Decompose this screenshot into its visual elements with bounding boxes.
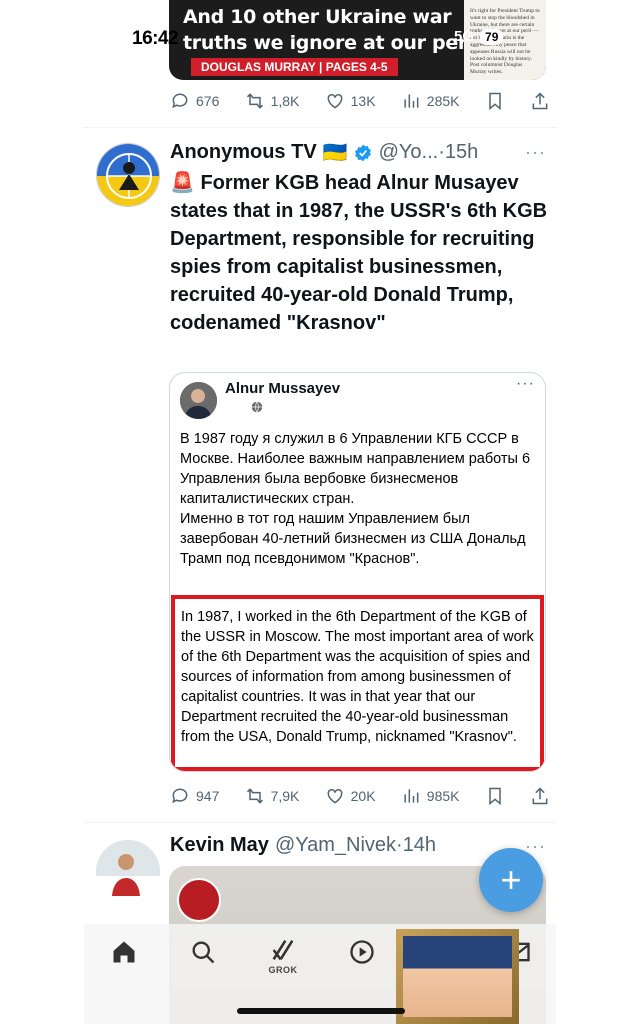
framed-portrait-image bbox=[396, 929, 519, 1024]
like-count: 13K bbox=[350, 93, 376, 109]
quote-more-button[interactable]: ··· bbox=[516, 375, 535, 393]
compose-post-button[interactable]: + bbox=[479, 848, 543, 912]
tweet-time[interactable]: 14h bbox=[403, 834, 436, 857]
view-count: 985K bbox=[426, 788, 460, 804]
views-icon bbox=[404, 94, 419, 108]
tweet-time[interactable]: 15h bbox=[445, 141, 478, 164]
news-byline: DOUGLAS MURRAY | PAGES 4-5 bbox=[191, 58, 398, 76]
views-icon bbox=[404, 789, 419, 803]
anonymous-logo-icon bbox=[97, 144, 159, 206]
divider bbox=[84, 822, 556, 823]
author-name[interactable]: Anonymous TV bbox=[170, 141, 317, 164]
portrait-photo bbox=[403, 936, 512, 1017]
repost-button[interactable]: 7,9K bbox=[245, 786, 300, 806]
views-button[interactable]: 285K bbox=[401, 91, 460, 111]
reply-button[interactable]: 947 bbox=[170, 786, 219, 806]
quote-author-name: Alnur Mussayev bbox=[225, 380, 341, 397]
author-handle[interactable]: @Yam_Nivek bbox=[275, 834, 396, 857]
status-indicators: 5G 79 bbox=[454, 28, 504, 45]
separator-dot: · bbox=[396, 834, 403, 856]
repost-icon bbox=[246, 93, 263, 109]
person-photo bbox=[180, 382, 217, 419]
kevin-may-avatar[interactable] bbox=[96, 840, 160, 904]
search-icon bbox=[192, 941, 215, 964]
nav-video[interactable] bbox=[340, 938, 384, 966]
quote-author-avatar bbox=[180, 382, 217, 419]
grok-icon bbox=[272, 939, 294, 961]
news-headline-line1: And 10 other Ukraine war bbox=[183, 6, 452, 28]
russian-paragraph-1: В 1987 году я служил в 6 Управлении КГБ … bbox=[180, 431, 531, 507]
share-button[interactable] bbox=[530, 91, 550, 111]
reply-button[interactable]: 676 bbox=[170, 91, 219, 111]
nav-home[interactable] bbox=[102, 938, 146, 966]
verified-badge-icon bbox=[354, 144, 371, 161]
battery-indicator: 79 bbox=[480, 28, 504, 45]
reply-icon bbox=[172, 788, 188, 804]
author-name[interactable]: Kevin May bbox=[170, 834, 269, 857]
play-circle-icon bbox=[350, 940, 374, 964]
share-icon bbox=[532, 787, 548, 805]
next-tweet-header: Kevin May @Yam_Nivek · 14h bbox=[170, 834, 436, 857]
share-button[interactable] bbox=[530, 786, 550, 806]
network-indicator: 5G bbox=[454, 28, 475, 45]
top-tweet-actions: 676 1,8K 13K 285K bbox=[170, 88, 550, 114]
anonymous-tv-avatar[interactable] bbox=[96, 143, 160, 207]
ukraine-flag-emoji: 🇺🇦 bbox=[322, 142, 348, 164]
reply-count: 676 bbox=[196, 93, 220, 109]
bookmark-icon bbox=[488, 92, 501, 111]
separator-dot: · bbox=[438, 141, 445, 163]
divider bbox=[84, 127, 556, 128]
globe-icon bbox=[251, 401, 263, 413]
reply-icon bbox=[172, 93, 188, 109]
quote-english-translation: In 1987, I worked in the 6th Department … bbox=[171, 595, 544, 771]
nav-search[interactable] bbox=[181, 938, 225, 966]
quote-russian-text: В 1987 году я служил в 6 Управлении КГБ … bbox=[180, 429, 540, 569]
repost-button[interactable]: 1,8K bbox=[245, 91, 300, 111]
bookmark-button[interactable] bbox=[485, 91, 505, 111]
heart-icon bbox=[327, 93, 343, 109]
repost-count: 1,8K bbox=[270, 93, 300, 109]
view-count: 285K bbox=[426, 93, 460, 109]
home-icon bbox=[113, 941, 135, 963]
like-button[interactable]: 13K bbox=[325, 91, 376, 111]
nav-grok[interactable]: GROK bbox=[261, 936, 305, 975]
logo-badge bbox=[177, 878, 221, 922]
quoted-post-card[interactable]: Alnur Mussayev ··· В 1987 году я служил … bbox=[169, 372, 546, 772]
more-options-button[interactable]: ··· bbox=[525, 142, 546, 163]
views-button[interactable]: 985K bbox=[401, 786, 460, 806]
main-tweet-actions: 947 7,9K 20K 985K bbox=[170, 783, 550, 809]
share-icon bbox=[532, 92, 548, 110]
tweet-text: 🚨 Former KGB head Alnur Musayev states t… bbox=[170, 172, 548, 334]
bookmark-button[interactable] bbox=[485, 786, 505, 806]
heart-icon bbox=[327, 788, 343, 804]
status-time: 16:42 bbox=[132, 28, 179, 49]
main-tweet-header: Anonymous TV 🇺🇦 @Yo... · 15h bbox=[170, 140, 478, 165]
russian-paragraph-2: Именно в тот год нашим Управлением был з… bbox=[180, 511, 526, 567]
person-photo bbox=[96, 840, 160, 904]
news-headline-line2: truths we ignore at our peril bbox=[183, 32, 480, 54]
repost-count: 7,9K bbox=[270, 788, 300, 804]
home-indicator[interactable] bbox=[237, 1008, 405, 1014]
like-count: 20K bbox=[350, 788, 376, 804]
grok-label: GROK bbox=[268, 965, 298, 975]
repost-icon bbox=[246, 788, 263, 804]
author-handle[interactable]: @Yo... bbox=[379, 141, 439, 164]
bookmark-icon bbox=[488, 787, 501, 806]
reply-count: 947 bbox=[196, 788, 220, 804]
like-button[interactable]: 20K bbox=[325, 786, 376, 806]
